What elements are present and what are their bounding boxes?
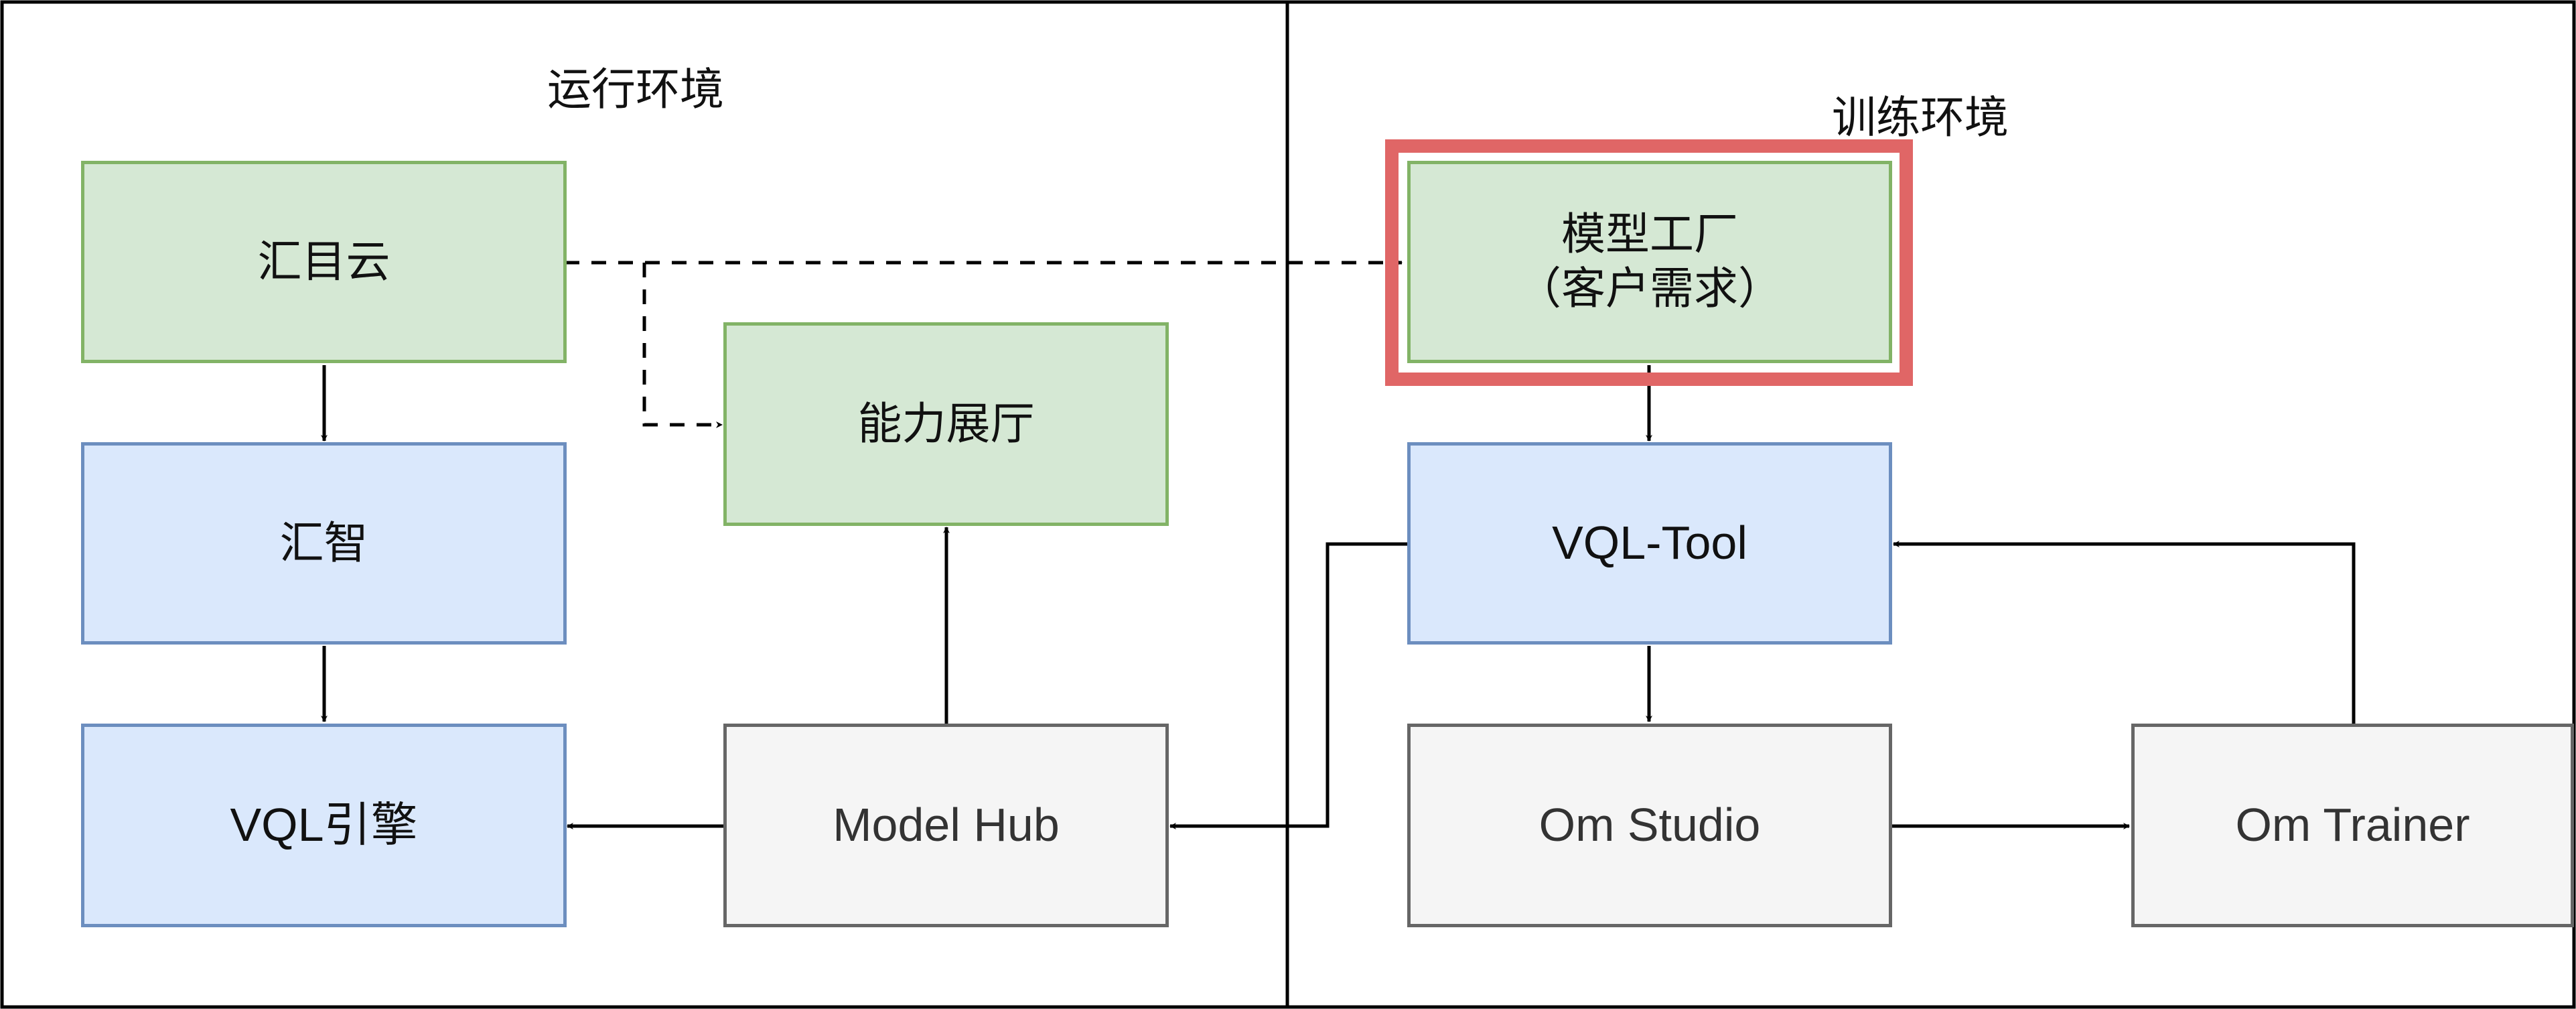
node-om-studio[interactable]: Om Studio xyxy=(1407,724,1892,927)
node-huizhi[interactable]: 汇智 xyxy=(81,442,567,645)
node-vql-engine[interactable]: VQL引擎 xyxy=(81,724,567,927)
training-environment-label: 训练环境 xyxy=(1832,92,2009,143)
node-model-hub[interactable]: Model Hub xyxy=(723,724,1169,927)
node-nengli-zhanting[interactable]: 能力展厅 xyxy=(723,322,1169,526)
runtime-environment-label: 运行环境 xyxy=(547,64,724,115)
node-vql-tool[interactable]: VQL-Tool xyxy=(1407,442,1892,645)
edge-om-trainer-to-vql-tool xyxy=(1893,541,2356,724)
architecture-diagram: 运行环境 训练环境 汇目云 能力展厅 汇智 VQL引擎 Model Hub 模型… xyxy=(0,0,2576,1009)
node-huimuyun[interactable]: 汇目云 xyxy=(81,161,567,363)
edge-huimuyun-to-nengli-zhanting xyxy=(642,263,723,428)
node-om-trainer[interactable]: Om Trainer xyxy=(2131,724,2574,927)
node-model-factory[interactable]: 模型工厂 （客户需求） xyxy=(1407,161,1892,363)
